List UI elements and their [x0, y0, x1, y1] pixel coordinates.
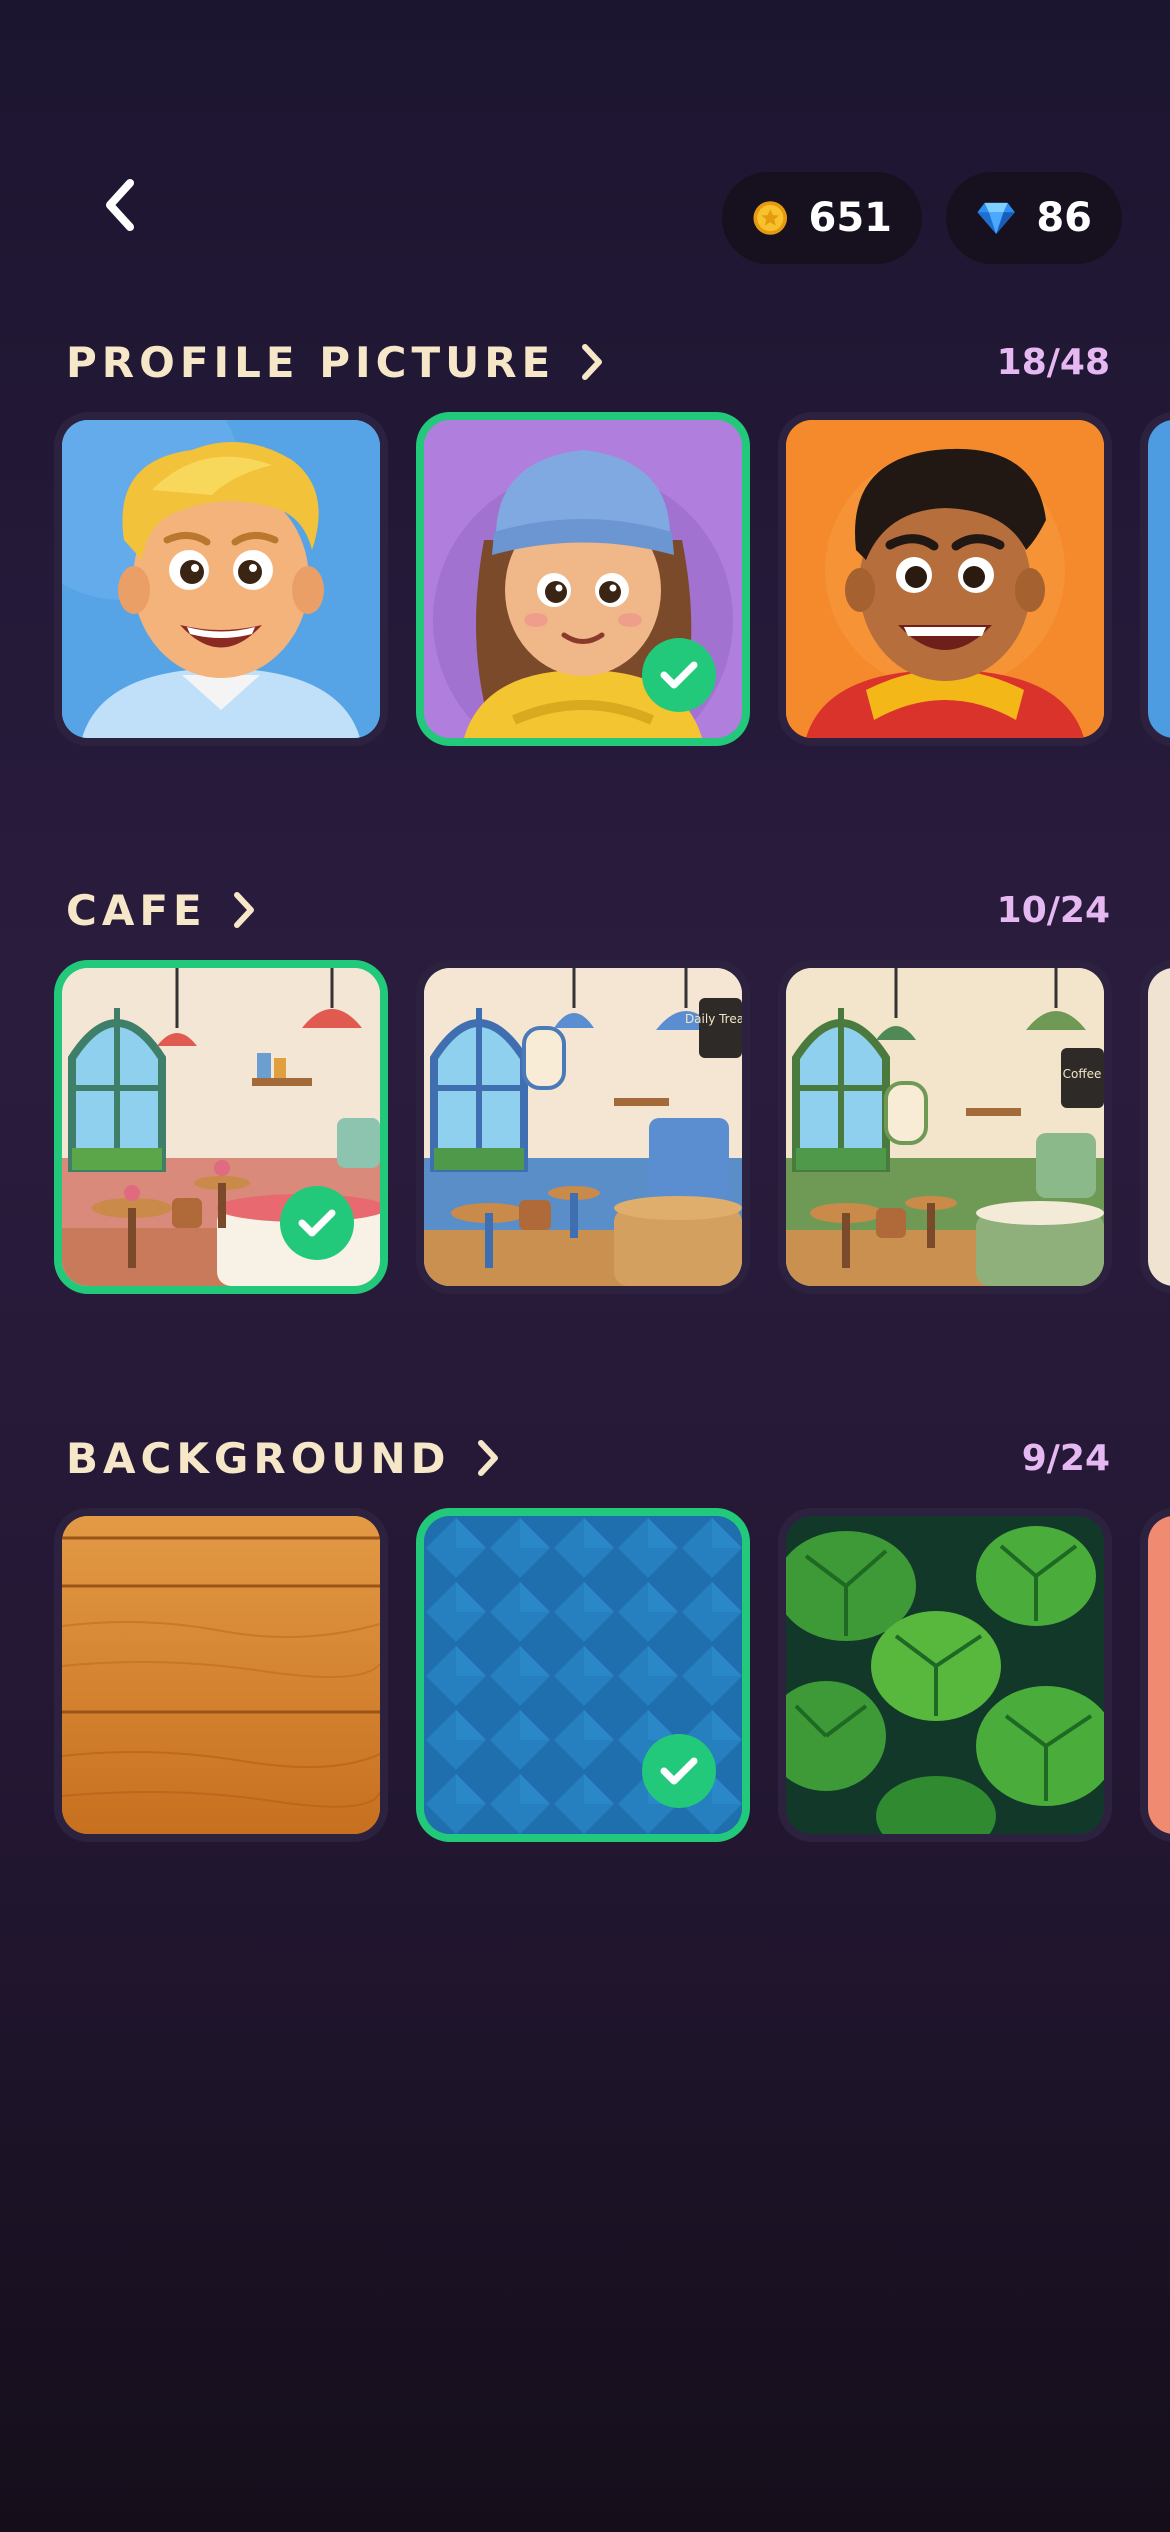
avatar-card[interactable]: [778, 412, 1112, 746]
jungle-leaves-background-image: [786, 1516, 1104, 1834]
chevron-left-icon: [106, 179, 134, 231]
wood-background-image: [62, 1516, 380, 1834]
green-cafe-image: Coffee: [786, 968, 1104, 1286]
section-count: 9/24: [1021, 1437, 1110, 1479]
chevron-right-icon: [233, 892, 254, 928]
blond-boy-avatar-image: [62, 420, 380, 738]
cafe-card[interactable]: Coffee: [778, 960, 1112, 1294]
background-card[interactable]: [778, 1508, 1112, 1842]
avatar-card[interactable]: [1140, 412, 1170, 746]
coin-counter[interactable]: 651: [722, 172, 922, 264]
section-count: 18/48: [996, 341, 1110, 383]
cafe-card[interactable]: Daily Treats: [416, 960, 750, 1294]
gem-icon: [977, 202, 1015, 234]
selected-check-icon: [642, 1734, 716, 1808]
avatar-card[interactable]: [54, 412, 388, 746]
back-button[interactable]: [90, 170, 150, 240]
background-carousel[interactable]: [0, 1508, 1170, 1848]
background-header-link[interactable]: BACKGROUND: [66, 1434, 501, 1483]
chevron-right-icon: [582, 344, 603, 380]
section-count: 10/24: [996, 889, 1110, 931]
blue-cafe-image: Daily Treats: [424, 968, 742, 1286]
coin-icon: [753, 201, 788, 235]
selected-check-icon: [280, 1186, 354, 1260]
cafe-card[interactable]: [1140, 960, 1170, 1294]
gem-count: 86: [1036, 195, 1092, 241]
cafe-carousel[interactable]: Daily Treats: [0, 960, 1170, 1300]
section-title: PROFILE PICTURE: [66, 337, 556, 387]
selected-check-icon: [642, 638, 716, 712]
section-title: CAFE: [66, 885, 207, 935]
dark-hair-boy-avatar-image: [786, 420, 1104, 738]
background-card[interactable]: [54, 1508, 388, 1842]
cafe-sign-text: Coffee: [1063, 1067, 1102, 1081]
cafe-card-selected[interactable]: [54, 960, 388, 1294]
background-card[interactable]: [1140, 1508, 1170, 1842]
gem-counter[interactable]: 86: [946, 172, 1122, 264]
cafe-sign-text: Daily Treats: [685, 1012, 742, 1026]
chevron-right-icon: [477, 1440, 498, 1476]
profile-picture-header-link[interactable]: PROFILE PICTURE: [66, 338, 605, 387]
cafe-header-link[interactable]: CAFE: [66, 886, 257, 935]
section-title: BACKGROUND: [66, 1433, 451, 1483]
background-card-selected[interactable]: [416, 1508, 750, 1842]
coin-count: 651: [808, 195, 893, 241]
avatar-card-selected[interactable]: [416, 412, 750, 746]
profile-picture-carousel[interactable]: [0, 412, 1170, 752]
